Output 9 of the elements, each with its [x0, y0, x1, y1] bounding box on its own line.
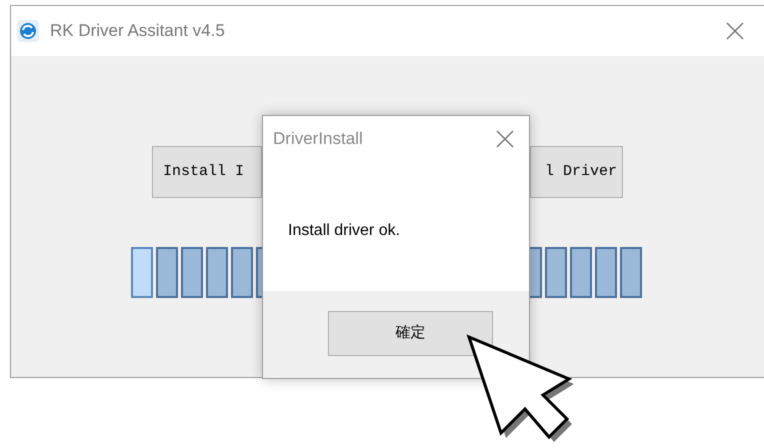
- dialog-message: Install driver ok.: [288, 222, 400, 239]
- install-button[interactable]: Install I: [152, 146, 262, 198]
- ok-button[interactable]: 確定: [328, 311, 493, 356]
- window-title: RK Driver Assitant v4.5: [50, 20, 225, 42]
- uninstall-button[interactable]: l Driver: [530, 146, 623, 198]
- close-icon[interactable]: [725, 21, 745, 41]
- dialog-title: DriverInstall: [273, 128, 363, 150]
- app-logo-icon: [16, 19, 40, 43]
- close-icon[interactable]: [495, 128, 515, 148]
